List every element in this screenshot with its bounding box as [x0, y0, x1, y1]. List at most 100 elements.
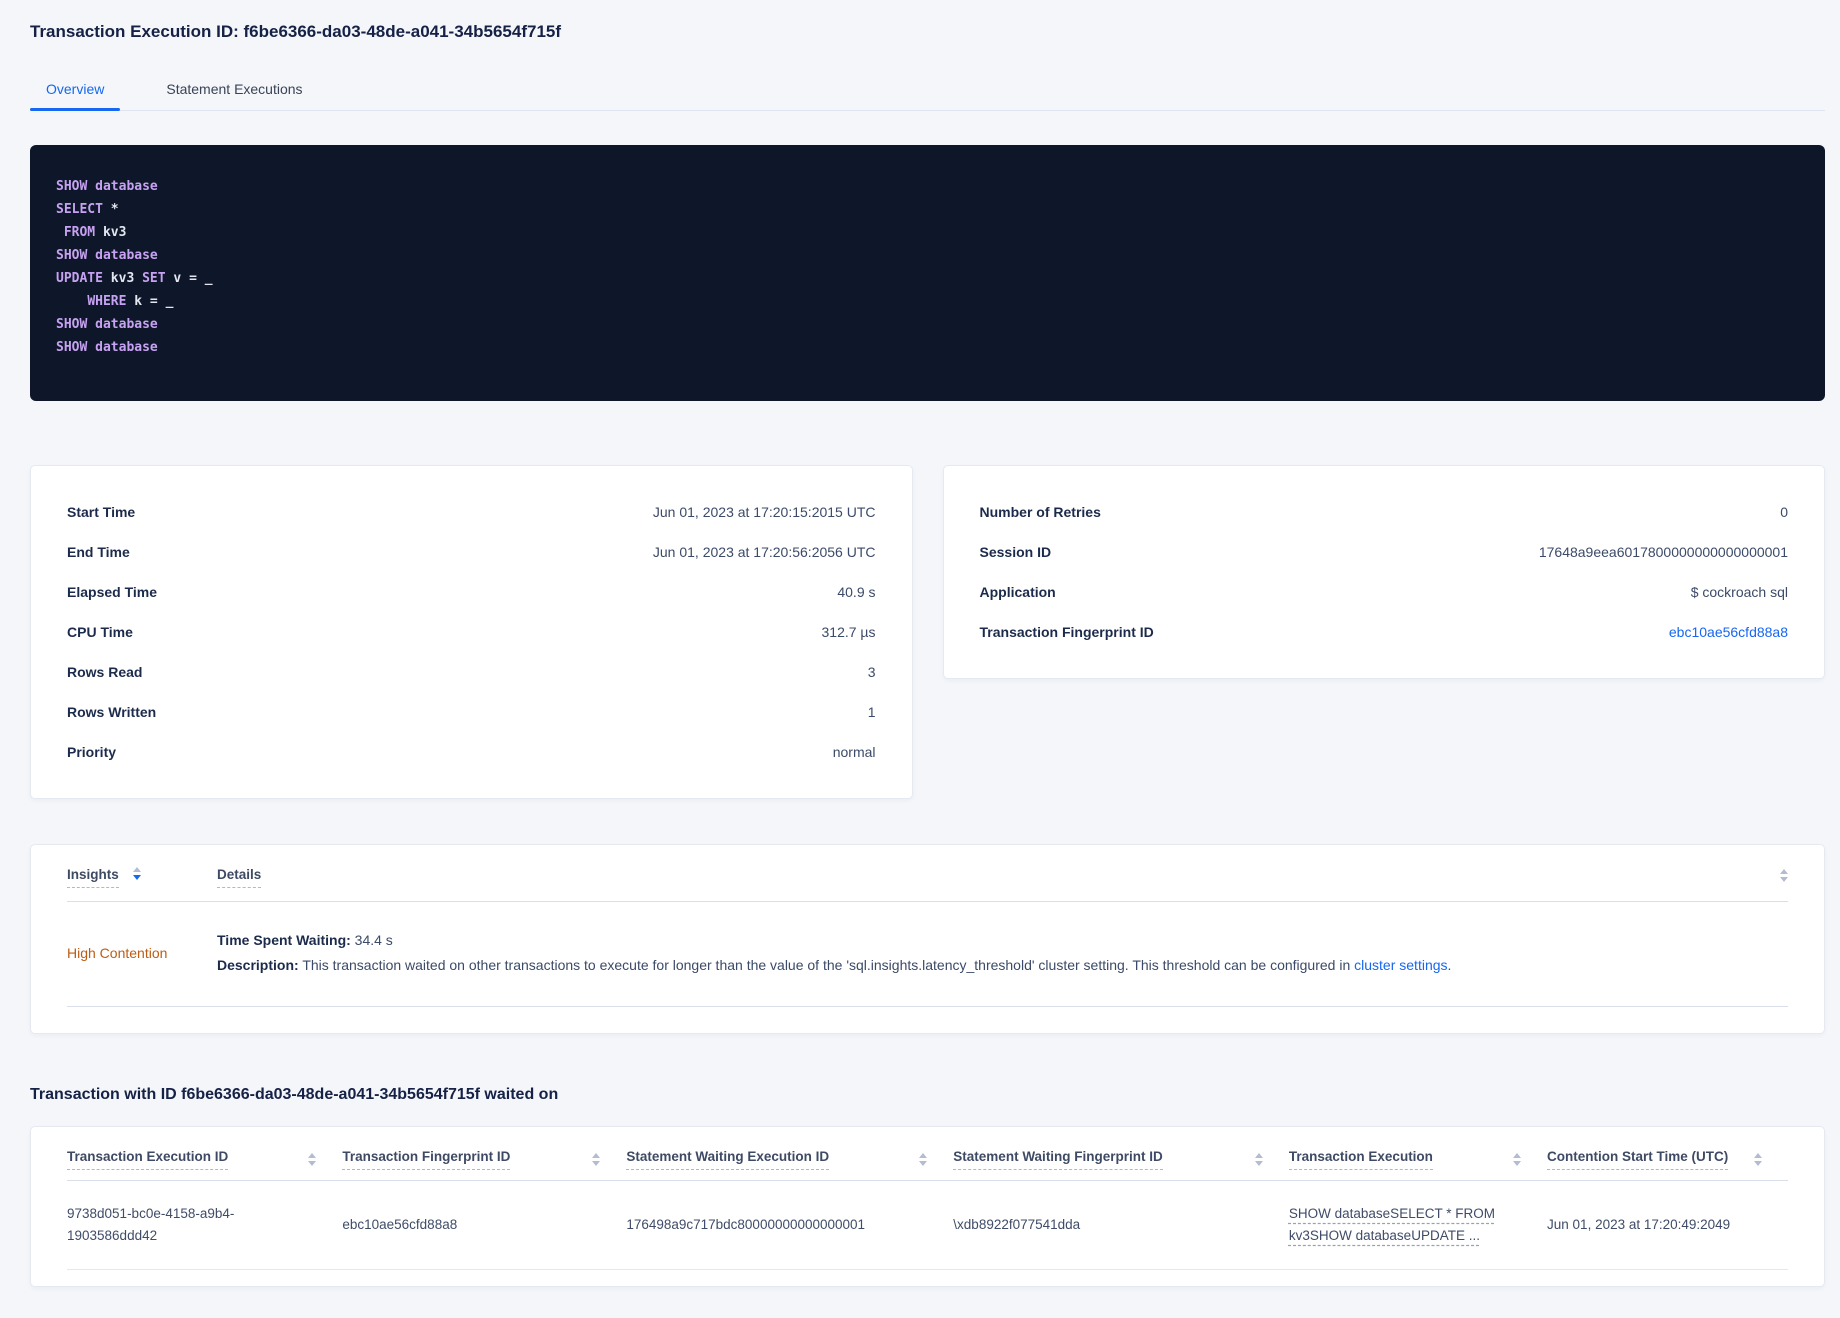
sort-desc-icon [592, 1161, 601, 1166]
row-application: Application $ cockroach sql [980, 572, 1789, 612]
sort-arrows-icon[interactable] [1513, 1149, 1522, 1166]
cell-contention-start-time: Jun 01, 2023 at 17:20:49:2049 [1547, 1180, 1788, 1270]
row-value: 3 [867, 664, 876, 680]
row-rows-read: Rows Read 3 [67, 652, 876, 692]
row-start-time: Start Time Jun 01, 2023 at 17:20:15:2015… [67, 492, 876, 532]
cell-transaction-fingerprint-id: ebc10ae56cfd88a8 [342, 1180, 627, 1270]
row-value: Jun 01, 2023 at 17:20:15:2015 UTC [652, 504, 876, 520]
row-label: Transaction Fingerprint ID [979, 624, 1154, 640]
row-value: 0 [1780, 504, 1788, 520]
high-contention-label: High Contention [67, 945, 168, 961]
sort-asc-icon [592, 1153, 601, 1158]
time-spent-waiting-value: 34.4 s [350, 932, 393, 948]
sort-asc-icon [1754, 1153, 1762, 1158]
waiting-transaction-execution-link[interactable]: SHOW databaseSELECT * FROM kv3SHOW datab… [1289, 1206, 1495, 1243]
row-session-id: Session ID 17648a9eea6017800000000000000… [980, 532, 1789, 572]
details-column-header[interactable]: Details [217, 867, 262, 888]
row-label: Start Time [67, 504, 136, 520]
row-priority: Priority normal [67, 732, 876, 772]
sort-arrows-icon[interactable] [132, 867, 141, 880]
insights-sort-header[interactable]: Insights [67, 867, 119, 888]
column-sort-header[interactable]: Statement Waiting Fingerprint ID [953, 1149, 1163, 1170]
sql-line: FROM kv3 [63, 225, 127, 240]
th-transaction-fingerprint-id: Transaction Fingerprint ID [342, 1127, 627, 1181]
tab-bar: Overview Statement Executions [30, 72, 1825, 111]
row-label: End Time [67, 544, 130, 560]
sort-asc-icon [132, 867, 141, 872]
sort-arrows-icon[interactable] [1754, 1149, 1762, 1166]
sort-asc-icon [1780, 869, 1788, 874]
row-label: Rows Written [67, 704, 157, 720]
row-value: $ cockroach sql [1690, 584, 1788, 600]
sql-line: WHERE k = _ [87, 294, 174, 309]
column-sort-header[interactable]: Transaction Execution [1288, 1149, 1433, 1170]
description-suffix: . [1447, 957, 1452, 973]
tab-overview[interactable]: Overview [30, 72, 121, 111]
summary-card-session: Number of Retries 0 Session ID 17648a9ee… [942, 465, 1825, 679]
sort-asc-icon [919, 1153, 928, 1158]
row-value: 40.9 s [837, 584, 876, 600]
sort-arrows-icon[interactable] [1780, 869, 1788, 882]
waited-on-table: Transaction Execution ID Transaction Fin… [67, 1127, 1788, 1270]
row-value: 17648a9eea6017800000000000000001 [1538, 544, 1788, 560]
sort-desc-icon [1754, 1161, 1762, 1166]
column-sort-header[interactable]: Contention Start Time (UTC) [1547, 1149, 1729, 1170]
sql-line: SHOW database [56, 317, 158, 332]
description-text: This transaction waited on other transac… [298, 957, 1355, 973]
row-value: 1 [867, 704, 876, 720]
sort-arrows-icon[interactable] [919, 1149, 928, 1166]
column-sort-header[interactable]: Transaction Fingerprint ID [342, 1149, 511, 1170]
page-title: Transaction Execution ID: f6be6366-da03-… [30, 22, 562, 41]
row-label: Number of Retries [979, 504, 1101, 520]
row-label: Elapsed Time [67, 584, 158, 600]
waited-on-row: 9738d051-bc0e-4158-a9b4-1903586ddd42 ebc… [67, 1180, 1788, 1270]
time-spent-waiting-label: Time Spent Waiting: [217, 932, 351, 948]
sort-desc-icon [1254, 1161, 1263, 1166]
waited-on-heading: Transaction with ID f6be6366-da03-48de-a… [30, 1086, 559, 1103]
cell-statement-waiting-fingerprint-id: \xdb8922f077541dda [953, 1180, 1289, 1270]
sql-line: SHOW database [56, 340, 158, 355]
time-spent-waiting: Time Spent Waiting: 34.4 s [217, 930, 1788, 951]
row-rows-written: Rows Written 1 [67, 692, 876, 732]
insight-row: High Contention Time Spent Waiting: 34.4… [67, 902, 1788, 1007]
sort-desc-icon [308, 1161, 317, 1166]
sql-line: SHOW database [56, 248, 158, 263]
column-sort-header[interactable]: Transaction Execution ID [67, 1149, 229, 1170]
tab-statement-executions[interactable]: Statement Executions [150, 72, 318, 110]
insight-details: Time Spent Waiting: 34.4 s Description: … [217, 926, 1788, 980]
sort-arrows-icon[interactable] [308, 1149, 317, 1166]
row-value: normal [832, 744, 876, 760]
row-value: Jun 01, 2023 at 17:20:56:2056 UTC [652, 544, 876, 560]
transaction-fingerprint-link[interactable]: ebc10ae56cfd88a8 [1669, 622, 1788, 642]
sql-statements-box: SHOW database SELECT * FROM kv3 SHOW dat… [30, 145, 1825, 401]
sort-desc-icon [919, 1161, 928, 1166]
sql-line: SELECT * [56, 202, 119, 217]
th-statement-waiting-fingerprint-id: Statement Waiting Fingerprint ID [953, 1127, 1289, 1181]
sql-line: UPDATE kv3 SET v = _ [56, 271, 213, 286]
sort-asc-icon [1513, 1153, 1522, 1158]
th-contention-start-time: Contention Start Time (UTC) [1547, 1127, 1788, 1181]
row-value: 312.7 µs [821, 624, 876, 640]
row-label: CPU Time [67, 624, 133, 640]
th-transaction-execution-id: Transaction Execution ID [67, 1127, 343, 1181]
insights-table: Insights Details High Contention Time Sp… [30, 844, 1825, 1034]
waited-on-table-card: Transaction Execution ID Transaction Fin… [30, 1126, 1825, 1287]
th-transaction-execution: Transaction Execution [1288, 1127, 1548, 1181]
row-elapsed-time: Elapsed Time 40.9 s [67, 572, 876, 612]
sort-desc-icon [1780, 877, 1788, 882]
cell-transaction-execution: SHOW databaseSELECT * FROM kv3SHOW datab… [1288, 1180, 1548, 1270]
insights-column-header: Insights [67, 867, 217, 888]
cell-transaction-execution-id: 9738d051-bc0e-4158-a9b4-1903586ddd42 [67, 1180, 343, 1270]
sort-arrows-icon[interactable] [592, 1149, 601, 1166]
cluster-settings-link[interactable]: cluster settings [1354, 957, 1447, 973]
description-label: Description: [217, 957, 299, 973]
insight-description: Description: This transaction waited on … [217, 955, 1788, 976]
sort-asc-icon [1254, 1153, 1263, 1158]
cell-statement-waiting-execution-id: 176498a9c717bdc80000000000000001 [626, 1180, 954, 1270]
sort-arrows-icon[interactable] [1254, 1149, 1263, 1166]
column-sort-header[interactable]: Statement Waiting Execution ID [626, 1149, 830, 1170]
row-label: Rows Read [67, 664, 143, 680]
transaction-details-page: Transaction Execution ID: f6be6366-da03-… [0, 0, 1840, 1287]
sql-line: SHOW database [56, 179, 158, 194]
row-number-of-retries: Number of Retries 0 [980, 492, 1789, 532]
